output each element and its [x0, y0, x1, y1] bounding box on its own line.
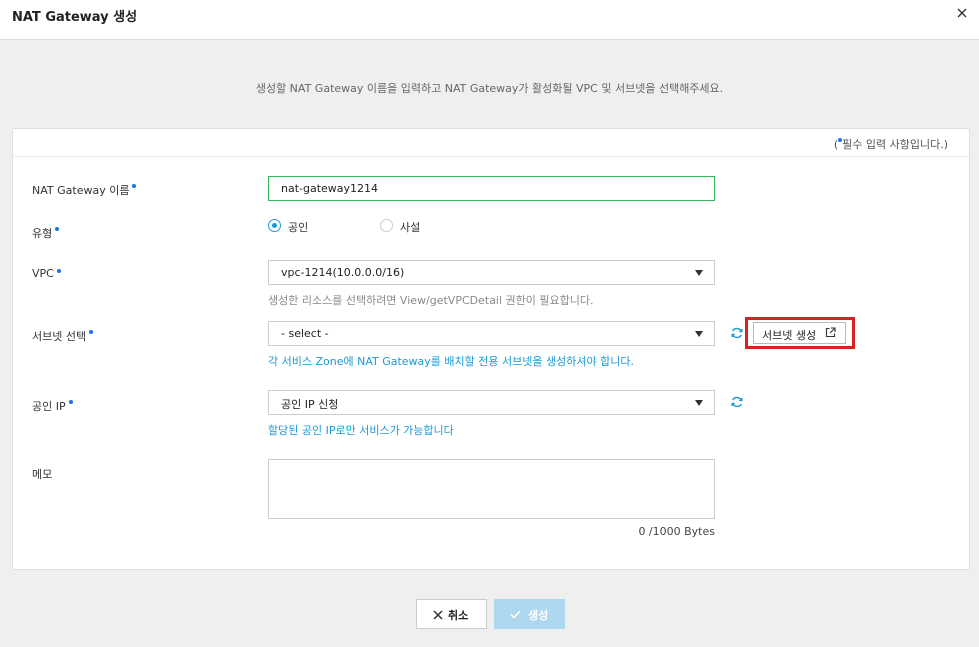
required-dot: [55, 227, 60, 231]
name-label: NAT Gateway 이름: [32, 182, 137, 198]
chevron-down-icon: [695, 400, 703, 406]
required-note: (필수 입력 사항입니다.): [13, 129, 969, 157]
subnet-hint: 각 서비스 Zone에 NAT Gateway를 배치할 전용 서브넷을 생성하…: [268, 355, 634, 368]
subnet-label: 서브넷 선택: [32, 328, 94, 344]
create-button[interactable]: 생성: [494, 599, 565, 629]
public-ip-refresh-icon[interactable]: [730, 395, 744, 409]
memo-label: 메모: [32, 468, 53, 481]
external-link-icon: [825, 327, 836, 338]
subnet-select[interactable]: - select -: [268, 321, 715, 346]
dialog-description: 생성할 NAT Gateway 이름을 입력하고 NAT Gateway가 활성…: [255, 82, 724, 95]
chevron-down-icon: [695, 331, 703, 337]
form-card: (필수 입력 사항입니다.) NAT Gateway 이름 nat-gatewa…: [12, 128, 970, 570]
memo-textarea[interactable]: [268, 459, 715, 519]
required-dot: [132, 184, 137, 188]
public-ip-hint: 할당된 공인 IP로만 서비스가 가능합니다: [268, 424, 454, 437]
check-icon: [510, 610, 521, 619]
close-icon: [433, 610, 443, 620]
public-ip-label: 공인 IP: [32, 398, 73, 414]
memo-byte-counter: 0 /1000 Bytes: [638, 525, 715, 538]
required-dot: [56, 269, 61, 273]
name-input[interactable]: nat-gateway1214: [268, 176, 715, 201]
vpc-select[interactable]: vpc-1214(10.0.0.0/16): [268, 260, 715, 285]
vpc-hint: 생성한 리소스를 선택하려면 View/getVPCDetail 권한이 필요합…: [268, 294, 594, 307]
subnet-refresh-icon[interactable]: [730, 326, 744, 340]
type-private-radio[interactable]: [380, 219, 393, 232]
close-icon[interactable]: [955, 6, 969, 20]
required-dot: [89, 330, 94, 334]
type-label: 유형: [32, 225, 60, 241]
chevron-down-icon: [695, 270, 703, 276]
public-ip-select[interactable]: 공인 IP 신청: [268, 390, 715, 415]
cancel-button[interactable]: 취소: [416, 599, 487, 629]
dialog-header: NAT Gateway 생성: [0, 0, 979, 40]
type-public-label[interactable]: 공인: [288, 219, 308, 235]
create-subnet-button[interactable]: 서브넷 생성: [753, 322, 846, 344]
type-public-radio[interactable]: [268, 219, 281, 232]
dialog-title: NAT Gateway 생성: [12, 10, 138, 25]
highlight-frame: 서브넷 생성: [745, 317, 855, 349]
type-private-label[interactable]: 사설: [400, 219, 420, 235]
vpc-label: VPC: [32, 267, 61, 280]
required-dot: [68, 400, 73, 404]
